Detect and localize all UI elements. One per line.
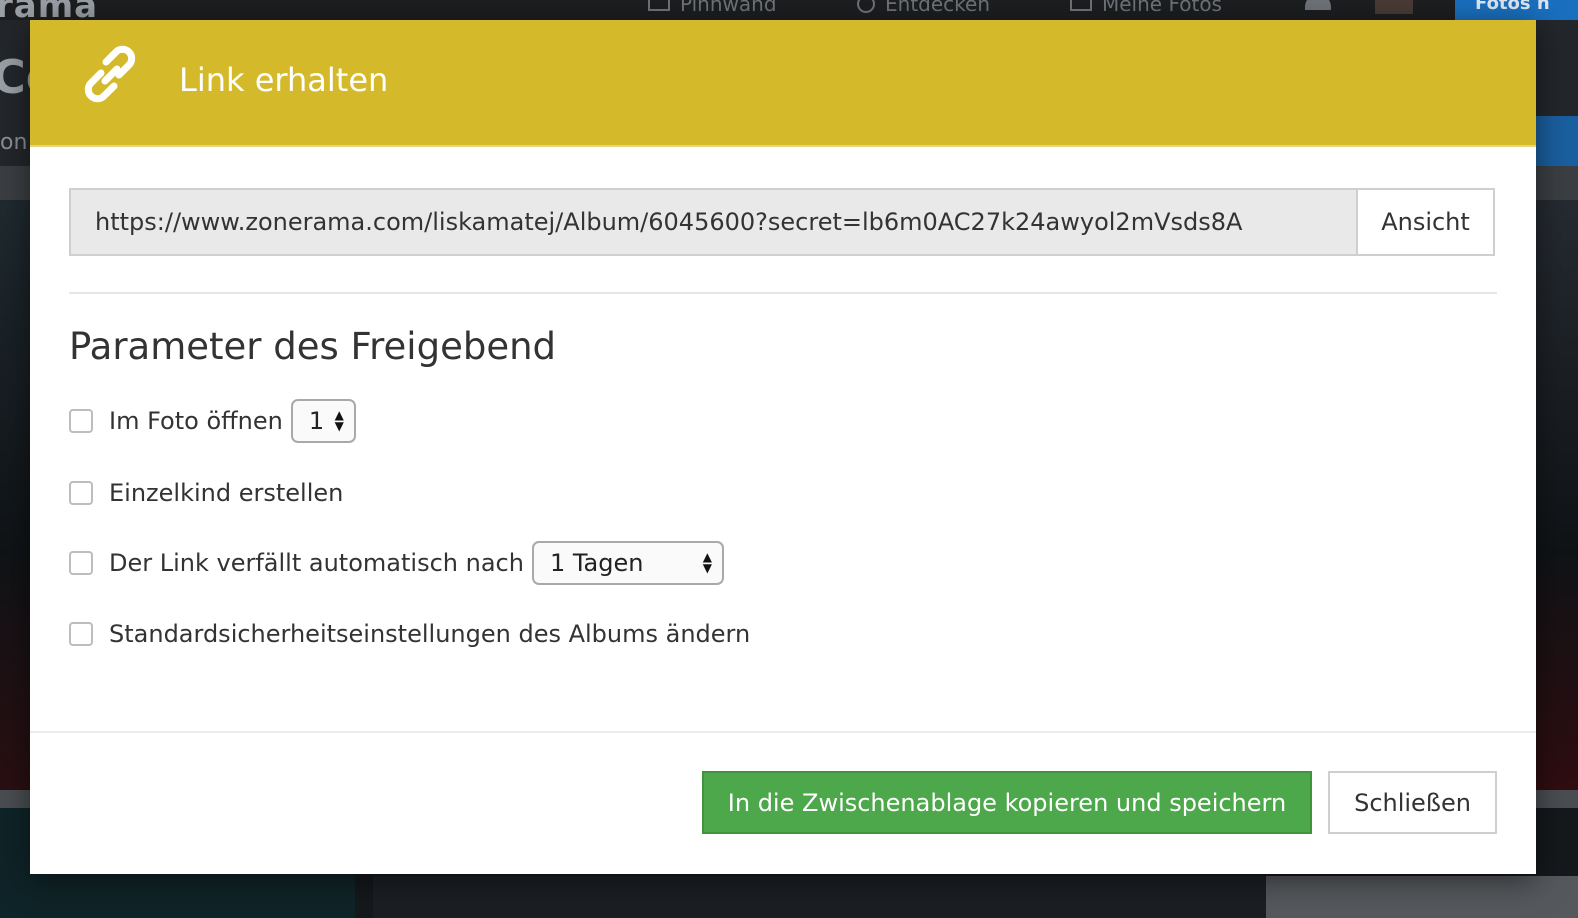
expiry-days-select[interactable]: 1 Tagen ▲ ▼ — [531, 541, 724, 585]
album-security-checkbox[interactable] — [69, 622, 93, 646]
single-child-checkbox[interactable] — [69, 481, 93, 505]
option-change-album-security: Standardsicherheitseinstellungen des Alb… — [69, 611, 750, 657]
select-arrows-icon: ▲ ▼ — [334, 408, 344, 433]
option-link-expiry: Der Link verfällt automatisch nach 1 Tag… — [69, 540, 724, 586]
link-expiry-checkbox[interactable] — [69, 551, 93, 575]
globe-icon — [857, 0, 875, 13]
option-label: Einzelkind erstellen — [109, 479, 344, 507]
background-topbar: rama Pinnwand Entdecken Meine Fotos Foto… — [0, 0, 1578, 26]
option-label: Im Foto öffnen — [109, 407, 283, 435]
wall-icon — [648, 0, 670, 11]
select-arrows-icon: ▲ ▼ — [702, 550, 712, 575]
photos-icon — [1070, 0, 1092, 11]
option-open-in-photo: Im Foto öffnen 1 ▲ ▼ — [69, 398, 356, 444]
background-photo — [1536, 200, 1578, 790]
divider — [69, 292, 1497, 294]
background-action-button — [1536, 116, 1578, 168]
share-url-group: Ansicht — [69, 188, 1495, 256]
option-label: Der Link verfällt automatisch nach — [109, 549, 524, 577]
background-photo — [1266, 876, 1578, 918]
background-album-subtitle: on — [0, 130, 28, 155]
select-value: 1 — [308, 407, 325, 435]
background-photo — [0, 200, 30, 790]
background-nav-pinnwand: Pinnwand — [648, 0, 777, 16]
bell-icon — [1305, 0, 1331, 10]
footer-divider — [30, 731, 1536, 733]
view-button[interactable]: Ansicht — [1356, 188, 1495, 256]
avatar — [1375, 0, 1413, 14]
section-title: Parameter des Freigebend — [69, 325, 557, 368]
copy-and-save-button[interactable]: In die Zwischenablage kopieren und speic… — [702, 771, 1312, 834]
link-icon — [84, 45, 136, 103]
background-upload-button: Fotos h — [1455, 0, 1578, 20]
close-button[interactable]: Schließen — [1328, 771, 1497, 834]
share-url-input[interactable] — [69, 188, 1356, 256]
option-label: Standardsicherheitseinstellungen des Alb… — [109, 620, 751, 648]
photo-number-select[interactable]: 1 ▲ ▼ — [290, 399, 356, 443]
background-nav-entdecken: Entdecken — [857, 0, 990, 16]
background-nav-meine-fotos: Meine Fotos — [1070, 0, 1222, 16]
dialog-header: Link erhalten — [30, 20, 1536, 147]
open-in-photo-checkbox[interactable] — [69, 409, 93, 433]
get-link-dialog: Link erhalten Ansicht Parameter des Frei… — [30, 20, 1536, 874]
dialog-title: Link erhalten — [179, 61, 389, 99]
background-photo — [373, 876, 1266, 918]
select-value: 1 Tagen — [549, 549, 644, 577]
option-create-single-child: Einzelkind erstellen — [69, 470, 343, 516]
